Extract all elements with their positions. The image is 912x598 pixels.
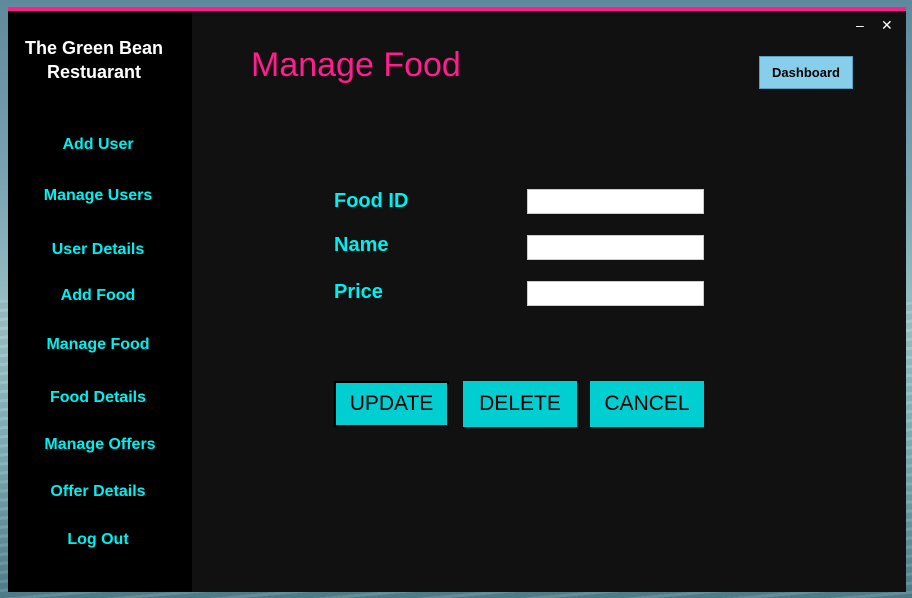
- food-id-field[interactable]: [527, 189, 704, 214]
- minimize-icon[interactable]: –: [856, 17, 864, 33]
- sidebar-item-add-food[interactable]: Add Food: [8, 287, 188, 305]
- sidebar-item-log-out[interactable]: Log Out: [8, 531, 188, 549]
- app-window: The Green Bean Restuarant Add User Manag…: [8, 7, 906, 592]
- sidebar-item-user-details[interactable]: User Details: [8, 241, 188, 259]
- price-label: Price: [334, 281, 383, 303]
- price-field[interactable]: [527, 281, 704, 306]
- name-field[interactable]: [527, 235, 704, 260]
- brand-title: The Green Bean Restuarant: [24, 38, 164, 82]
- dashboard-button[interactable]: Dashboard: [759, 56, 853, 89]
- sidebar-item-manage-food[interactable]: Manage Food: [8, 336, 188, 354]
- cancel-button[interactable]: CANCEL: [590, 381, 704, 427]
- page-title: Manage Food: [251, 46, 461, 84]
- close-icon[interactable]: ✕: [881, 17, 893, 34]
- sidebar-item-add-user[interactable]: Add User: [8, 136, 188, 154]
- name-label: Name: [334, 234, 389, 256]
- food-id-label: Food ID: [334, 190, 409, 212]
- sidebar-item-manage-users[interactable]: Manage Users: [8, 187, 188, 205]
- update-button[interactable]: UPDATE: [334, 381, 449, 427]
- sidebar-item-offer-details[interactable]: Offer Details: [8, 483, 188, 501]
- delete-button[interactable]: DELETE: [463, 381, 577, 427]
- sidebar-item-manage-offers[interactable]: Manage Offers: [10, 436, 190, 454]
- sidebar-item-food-details[interactable]: Food Details: [8, 389, 188, 407]
- sidebar: The Green Bean Restuarant Add User Manag…: [8, 11, 192, 592]
